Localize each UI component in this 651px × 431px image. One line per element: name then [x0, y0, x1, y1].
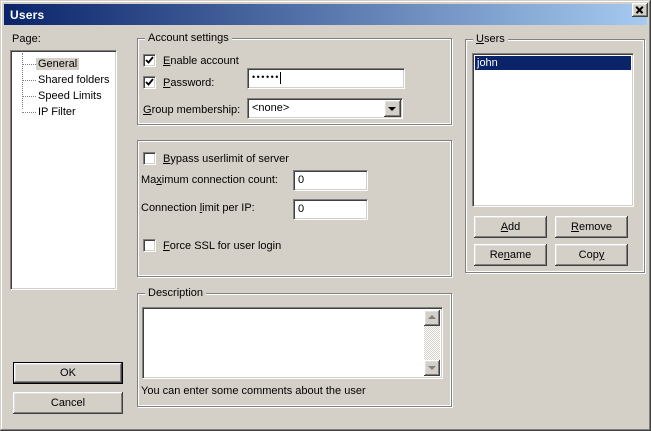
close-button[interactable]: [632, 3, 648, 17]
arrow-up-icon: [428, 315, 436, 319]
page-tree[interactable]: General Shared folders Speed Limits IP F…: [10, 50, 117, 290]
description-title: Description: [145, 287, 206, 299]
vertical-scrollbar[interactable]: [424, 310, 440, 376]
list-item-user[interactable]: john: [475, 56, 631, 70]
tree-item-general[interactable]: General: [11, 56, 116, 72]
arrow-down-icon: [428, 366, 436, 370]
max-connections-input[interactable]: 0: [293, 170, 368, 191]
window-title: Users: [4, 8, 44, 22]
tree-item-speed-limits[interactable]: Speed Limits: [11, 88, 116, 104]
scroll-down-button[interactable]: [424, 360, 440, 376]
force-ssl-label: Force SSL for user login: [163, 240, 281, 252]
remove-button[interactable]: Remove: [555, 216, 628, 238]
close-icon: [636, 6, 644, 14]
tree-connector: [22, 96, 36, 97]
users-list[interactable]: john: [472, 53, 634, 207]
cancel-button[interactable]: Cancel: [13, 392, 123, 414]
tree-item-shared-folders[interactable]: Shared folders: [11, 72, 116, 88]
group-membership-label: Group membership:: [143, 104, 240, 116]
password-input[interactable]: ••••••: [247, 68, 405, 89]
copy-button[interactable]: Copy: [555, 244, 628, 266]
account-settings-title: Account settings: [145, 32, 232, 44]
ip-limit-input[interactable]: 0: [293, 199, 368, 220]
rename-button[interactable]: Rename: [474, 244, 547, 266]
tree-connector: [22, 112, 36, 113]
page-label: Page:: [12, 33, 41, 45]
bypass-userlimit-label: Bypass userlimit of server: [163, 153, 289, 165]
max-connections-label: Maximum connection count:: [141, 174, 278, 186]
tree-item-ip-filter[interactable]: IP Filter: [11, 104, 116, 120]
users-dialog: Users Page: General Shared folders Speed…: [0, 0, 651, 431]
add-button[interactable]: Add: [474, 216, 547, 238]
description-textarea[interactable]: [142, 307, 443, 379]
password-label: Password:: [163, 77, 214, 89]
titlebar[interactable]: Users: [4, 4, 647, 25]
users-title: Users: [473, 33, 508, 45]
password-checkbox[interactable]: [143, 76, 156, 89]
ip-limit-label: Connection limit per IP:: [141, 202, 255, 214]
chevron-down-icon: [388, 107, 396, 111]
bypass-userlimit-checkbox[interactable]: [143, 152, 156, 165]
group-membership-select[interactable]: <none>: [247, 98, 403, 119]
enable-account-checkbox[interactable]: [143, 54, 156, 67]
dropdown-button[interactable]: [384, 100, 401, 117]
checkmark-icon: [145, 56, 154, 65]
scroll-up-button[interactable]: [424, 310, 440, 326]
checkmark-icon: [145, 78, 154, 87]
tree-connector: [22, 80, 36, 81]
force-ssl-checkbox[interactable]: [143, 239, 156, 252]
enable-account-label: Enable account: [163, 55, 239, 67]
tree-connector: [22, 64, 36, 65]
ok-button[interactable]: OK: [13, 362, 123, 384]
description-hint: You can enter some comments about the us…: [141, 385, 366, 397]
text-caret: [280, 72, 281, 84]
